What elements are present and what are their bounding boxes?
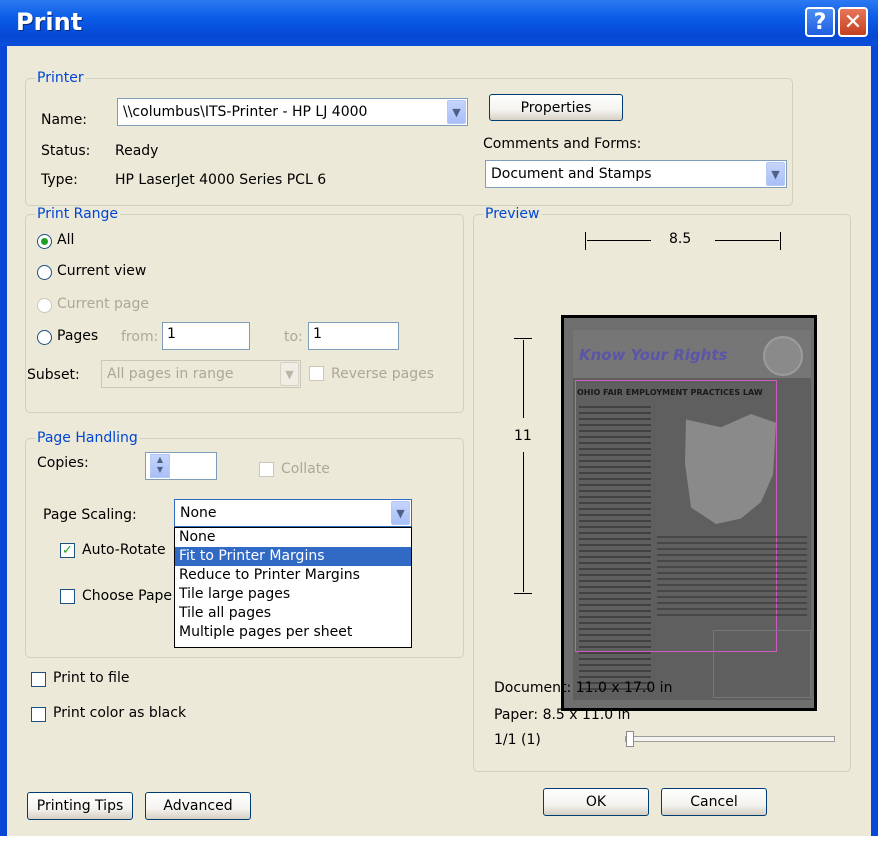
page-handling-legend: Page Handling [35, 430, 140, 446]
print-range-legend: Print Range [35, 206, 121, 222]
preview-page-slider[interactable] [625, 731, 835, 747]
preview-document: Know Your Rights OHIO FAIR EMPLOYMENT PR… [573, 330, 811, 700]
print-color-black-checkbox[interactable] [31, 707, 46, 722]
width-dimension: 8.5 [585, 231, 781, 254]
choose-paper-checkbox[interactable] [60, 589, 75, 604]
scaling-option[interactable]: Reduce to Printer Margins [175, 566, 411, 585]
radio-current-view-label: Current view [57, 263, 147, 279]
subset-value: All pages in range [107, 366, 234, 382]
reverse-pages-checkbox[interactable] [309, 366, 324, 381]
print-to-file-checkbox[interactable] [31, 672, 46, 687]
properties-button[interactable]: Properties [489, 94, 623, 121]
advanced-button[interactable]: Advanced [145, 792, 251, 820]
collate-label: Collate [281, 461, 330, 477]
height-dim-value: 11 [514, 428, 532, 444]
scaling-option[interactable]: Fit to Printer Margins [175, 547, 411, 566]
printer-type-label: Type: [41, 172, 78, 188]
to-input[interactable]: 1 [308, 322, 399, 350]
printer-type-value: HP LaserJet 4000 Series PCL 6 [115, 172, 327, 188]
printer-name-value: \\columbus\ITS-Printer - HP LJ 4000 [123, 104, 368, 120]
radio-current-page-label: Current page [57, 296, 149, 312]
document-size: Document: 11.0 x 17.0 in [494, 680, 673, 696]
close-icon[interactable]: ✕ [838, 7, 868, 37]
scaling-option[interactable]: None [175, 528, 411, 547]
scaling-option[interactable]: Tile large pages [175, 585, 411, 604]
preview-legend: Preview [483, 206, 542, 222]
subset-select[interactable]: All pages in range ▼ [101, 360, 301, 388]
scaling-option[interactable]: Tile all pages [175, 604, 411, 623]
comments-forms-select[interactable]: Document and Stamps ▼ [485, 160, 787, 188]
preview-page-title: Know Your Rights [579, 346, 728, 364]
preview-text-column [579, 406, 651, 691]
advanced-label: Advanced [163, 798, 233, 814]
spin-updown-icon[interactable]: ▲ ▼ [150, 454, 170, 478]
collate-checkbox[interactable] [259, 462, 274, 477]
ok-label: OK [585, 794, 607, 810]
scaling-option[interactable]: Multiple pages per sheet [175, 623, 411, 642]
cancel-button[interactable]: Cancel [661, 788, 767, 816]
cancel-label: Cancel [690, 794, 738, 810]
slider-thumb[interactable] [626, 731, 634, 747]
printer-legend: Printer [35, 70, 86, 86]
choose-paper-label: Choose Pape [82, 588, 173, 604]
from-input-value: 1 [167, 326, 176, 342]
reverse-pages-label: Reverse pages [331, 366, 434, 382]
comments-forms-value: Document and Stamps [491, 166, 652, 182]
comments-forms-label: Comments and Forms: [483, 136, 642, 152]
auto-rotate-label: Auto-Rotate [82, 542, 166, 558]
preview-page: Know Your Rights OHIO FAIR EMPLOYMENT PR… [561, 315, 817, 711]
page-scaling-value: None [180, 505, 217, 521]
printing-tips-label: Printing Tips [36, 798, 124, 814]
dialog-body: Printer Name: \\columbus\ITS-Printer - H… [7, 46, 871, 836]
chevron-down-icon[interactable]: ▼ [447, 100, 466, 124]
seal-icon [763, 336, 803, 376]
preview-text-block [657, 536, 807, 616]
print-to-file-label: Print to file [53, 670, 130, 686]
page-counter: 1/1 (1) [494, 732, 541, 748]
ok-button[interactable]: OK [543, 788, 649, 816]
radio-current-view[interactable] [37, 265, 52, 280]
print-color-black-label: Print color as black [53, 705, 187, 721]
preview-page-heading: OHIO FAIR EMPLOYMENT PRACTICES LAW [577, 388, 763, 397]
copies-label: Copies: [37, 455, 89, 471]
chevron-down-icon[interactable]: ▼ [391, 501, 410, 525]
from-label: from: [121, 329, 159, 345]
radio-pages-label: Pages [57, 328, 99, 344]
height-dimension: 11 [514, 338, 536, 594]
chevron-down-icon[interactable]: ▼ [766, 162, 785, 186]
width-dim-value: 8.5 [669, 231, 692, 247]
paper-size: Paper: 8.5 x 11.0 in [494, 707, 631, 723]
from-input[interactable]: 1 [162, 322, 250, 350]
printer-status-label: Status: [41, 143, 91, 159]
print-dialog: Print ? ✕ Printer Name: \\columbus\ITS-P… [0, 0, 878, 836]
subset-label: Subset: [27, 367, 80, 383]
help-icon[interactable]: ? [805, 7, 835, 37]
window-title: Print [16, 8, 83, 36]
title-bar[interactable]: Print ? ✕ [0, 0, 878, 46]
printing-tips-button[interactable]: Printing Tips [27, 792, 133, 820]
radio-all[interactable] [37, 234, 52, 249]
page-scaling-label: Page Scaling: [43, 507, 137, 523]
radio-pages[interactable] [37, 330, 52, 345]
printer-name-select[interactable]: \\columbus\ITS-Printer - HP LJ 4000 ▼ [117, 98, 468, 126]
preview-contact-box [713, 630, 811, 698]
radio-all-label: All [57, 232, 75, 248]
auto-rotate-checkbox[interactable]: ✓ [60, 543, 75, 558]
page-scaling-dropdown: None Fit to Printer Margins Reduce to Pr… [174, 527, 412, 648]
page-scaling-select[interactable]: None ▼ [174, 499, 412, 527]
to-input-value: 1 [313, 326, 322, 342]
to-label: to: [284, 329, 303, 345]
properties-label: Properties [520, 99, 592, 116]
printer-name-label: Name: [41, 112, 88, 128]
chevron-down-icon[interactable]: ▼ [280, 362, 299, 386]
printer-status-value: Ready [115, 143, 159, 159]
radio-current-page[interactable] [37, 298, 52, 313]
copies-input[interactable]: 1 ▲▼ [145, 452, 217, 480]
